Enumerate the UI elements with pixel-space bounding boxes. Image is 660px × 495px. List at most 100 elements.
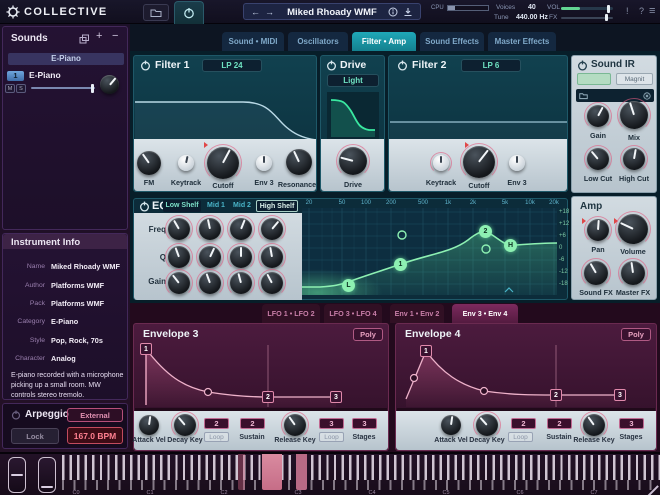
env4-node-1[interactable]: 1 [420, 345, 432, 357]
drive-power-icon[interactable] [326, 60, 337, 71]
filter1-resonance-knob[interactable] [286, 149, 312, 175]
filter1-power-icon[interactable] [140, 60, 151, 71]
eq-freq-knob-4[interactable] [261, 218, 283, 240]
env3-node-3[interactable]: 3 [330, 391, 342, 403]
solo-button[interactable]: S [16, 84, 26, 93]
tab-oscillators[interactable]: Oscillators [288, 32, 348, 51]
env4-stages-value[interactable]: 3 [619, 418, 644, 429]
amp-masterfx-knob[interactable] [621, 261, 645, 285]
mute-button[interactable]: M [5, 84, 15, 93]
highlighted-key[interactable] [238, 454, 245, 490]
amp-pan-knob[interactable] [587, 219, 609, 241]
preset-info-icon[interactable] [388, 7, 398, 17]
env4-release-key-knob[interactable] [583, 414, 605, 436]
duplicate-icon[interactable] [79, 34, 90, 44]
env4-decay-key-knob[interactable] [476, 414, 498, 436]
highlighted-key[interactable] [296, 454, 307, 490]
sound-group-header[interactable]: E-Piano [8, 53, 124, 65]
arpeggio-power-icon[interactable] [11, 410, 21, 420]
eq-band-low-shelf[interactable]: Low Shelf [163, 200, 201, 212]
sound-index-chip[interactable]: 1 [7, 71, 24, 81]
eq-gain-knob-1[interactable] [168, 272, 190, 294]
tab-lfo1-lfo2[interactable]: LFO 1 • LFO 2 [262, 304, 320, 323]
piano-keyboard[interactable]: C0 C1 C2 C3 C4 C5 C6 C7 [0, 452, 660, 495]
alert-indicator[interactable]: ! [626, 6, 629, 16]
ir-gain-knob[interactable] [587, 105, 609, 127]
menu-icon[interactable]: ≡ [649, 5, 655, 17]
keyboard-upper-keys[interactable] [62, 455, 660, 480]
tab-env3-env4[interactable]: Env 3 • Env 4 [452, 304, 518, 323]
eq-freq-knob-3[interactable] [230, 218, 252, 240]
tab-sound-effects[interactable]: Sound Effects [420, 32, 484, 51]
eq-graph[interactable] [302, 208, 557, 295]
add-sound-button[interactable]: + [96, 30, 102, 42]
preset-prev-button[interactable]: ← [251, 7, 260, 17]
remove-sound-button[interactable]: − [112, 30, 118, 42]
mod-wheel[interactable] [38, 457, 56, 493]
help-button[interactable]: ? [639, 6, 644, 16]
preset-save-icon[interactable] [403, 7, 413, 17]
filter1-fm-knob[interactable] [137, 151, 161, 175]
filter1-cutoff-knob[interactable] [207, 147, 239, 179]
filter2-env3-knob[interactable] [509, 155, 525, 171]
eq-gain-knob-3[interactable] [230, 272, 252, 294]
filter2-power-icon[interactable] [397, 60, 408, 71]
eq-node-mid1[interactable]: 1 [394, 258, 407, 271]
eq-q-knob-4[interactable] [261, 246, 283, 268]
env4-loop-button[interactable]: Loop [508, 432, 533, 442]
filter1-mode-select[interactable]: LP 24 [202, 59, 262, 72]
env3-decay-key-knob[interactable] [174, 414, 196, 436]
env3-loop-end-value[interactable]: 3 [319, 418, 344, 429]
env3-stages-value[interactable]: 3 [352, 418, 377, 429]
arpeggio-lock-button[interactable]: Lock [11, 428, 59, 444]
eq-freq-knob-1[interactable] [168, 218, 190, 240]
tune-value[interactable]: 440.00 Hz [516, 14, 548, 21]
eq-band-mid1[interactable]: Mid 1 [204, 200, 228, 212]
sound-name[interactable]: E-Piano [29, 70, 61, 80]
env3-attack-vel-knob[interactable] [139, 415, 159, 435]
amp-volume-knob[interactable] [618, 214, 648, 244]
env3-node-1[interactable]: 1 [140, 343, 152, 355]
sound-ir-mode-button-1[interactable] [577, 73, 611, 85]
drive-mode-select[interactable]: Light [327, 74, 379, 87]
performance-tab[interactable] [174, 1, 204, 24]
env4-loop-start-value[interactable]: 2 [511, 418, 536, 429]
sound-ir-mode-button-2[interactable]: Magnit [616, 73, 653, 85]
env3-loop-button-2[interactable]: Loop [319, 432, 344, 442]
ir-mix-knob[interactable] [620, 101, 648, 129]
filter1-env3-knob[interactable] [256, 155, 272, 171]
eq-node-high[interactable]: H [504, 239, 517, 252]
env3-release-key-knob[interactable] [284, 414, 306, 436]
ir-folder-icon[interactable] [579, 92, 588, 100]
env3-sustain-value[interactable]: 2 [240, 418, 265, 429]
eq-band-high-shelf[interactable]: High Shelf [256, 200, 298, 212]
sound-level-slider[interactable] [31, 87, 95, 89]
arpeggio-external-button[interactable]: External [67, 408, 123, 422]
sound-ir-power-icon[interactable] [577, 60, 588, 71]
env4-sustain-value[interactable]: 2 [547, 418, 572, 429]
eq-freq-knob-2[interactable] [199, 218, 221, 240]
tab-lfo3-lfo4[interactable]: LFO 3 • LFO 4 [324, 304, 382, 323]
env3-loop-button-1[interactable]: Loop [204, 432, 229, 442]
eq-q-knob-2[interactable] [199, 246, 221, 268]
tab-env1-env2[interactable]: Env 1 • Env 2 [390, 304, 444, 323]
tab-sound-midi[interactable]: Sound • MIDI [222, 32, 284, 51]
filter2-cutoff-knob[interactable] [463, 146, 495, 178]
filter1-keytrack-knob[interactable] [178, 155, 194, 171]
sound-level-handle[interactable] [91, 84, 94, 93]
fx-slider[interactable] [561, 17, 613, 19]
voices-value[interactable]: 40 [528, 4, 536, 11]
eq-node-low[interactable]: L [342, 279, 355, 292]
tab-filter-amp[interactable]: Filter • Amp [352, 32, 416, 51]
eq-power-icon[interactable] [139, 201, 150, 212]
envelope4-poly-button[interactable]: Poly [621, 328, 651, 341]
env4-node-3[interactable]: 3 [614, 389, 626, 401]
pitch-wheel[interactable] [8, 457, 26, 493]
highlighted-key[interactable] [262, 454, 282, 490]
env4-attack-vel-knob[interactable] [441, 415, 461, 435]
vol-slider[interactable] [561, 7, 613, 10]
env4-node-2[interactable]: 2 [550, 389, 562, 401]
preset-next-button[interactable]: → [265, 7, 274, 17]
ir-highcut-knob[interactable] [623, 148, 645, 170]
keyboard-lower-keys[interactable] [62, 480, 660, 490]
